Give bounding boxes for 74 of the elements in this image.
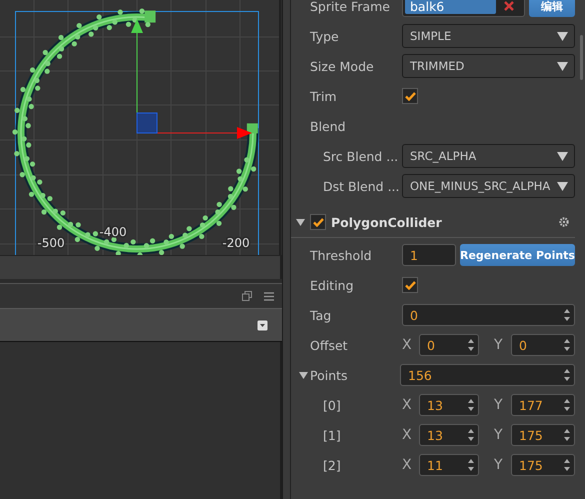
property-label: Offset: [310, 338, 349, 352]
axis-tick-label: -400: [99, 225, 127, 239]
gear-icon[interactable]: [559, 217, 569, 227]
scene-view[interactable]: -500 -400 -200: [0, 0, 281, 255]
property-label: Src Blend ...: [323, 148, 400, 164]
number-field[interactable]: 0: [419, 334, 479, 356]
spinner-icon[interactable]: [562, 307, 572, 323]
number-field[interactable]: 175: [511, 424, 575, 446]
dropdown-arrow-icon: [557, 152, 568, 160]
number-field[interactable]: 11: [419, 454, 479, 476]
axis-label: X: [402, 397, 413, 413]
scrollbar-thumb[interactable]: [580, 35, 583, 80]
axis-tick-label: -200: [222, 236, 250, 250]
number-field[interactable]: 0: [402, 304, 575, 326]
spinner-icon[interactable]: [466, 337, 476, 353]
spinner-icon[interactable]: [466, 397, 476, 413]
property-label: Trim: [310, 88, 338, 104]
component-title: PolygonCollider: [331, 214, 442, 230]
property-label: [1]: [323, 428, 342, 442]
number-field[interactable]: 175: [511, 454, 575, 476]
checkbox[interactable]: [310, 214, 326, 230]
property-label: Size Mode: [310, 58, 375, 74]
dropdown[interactable]: ONE_MINUS_SRC_ALPHA: [402, 174, 575, 198]
property-label: Editing: [310, 278, 355, 292]
axis-label: Y: [494, 427, 504, 443]
number-field[interactable]: 156: [400, 364, 575, 386]
property-label: Threshold: [310, 248, 373, 262]
property-label: Type: [310, 28, 340, 44]
axis-label: Y: [494, 397, 504, 413]
property-label: Blend: [310, 118, 347, 134]
property-label: Points: [309, 368, 349, 382]
spinner-icon[interactable]: [562, 457, 572, 473]
number-field[interactable]: 13: [419, 394, 479, 416]
x-axis-arrow[interactable]: [156, 127, 252, 139]
y-axis-arrow[interactable]: [131, 19, 143, 114]
spinner-icon[interactable]: [562, 427, 572, 443]
popout-icon[interactable]: [242, 291, 252, 301]
dropdown-arrow-icon: [557, 182, 568, 190]
spinner-icon[interactable]: [466, 427, 476, 443]
asset-field[interactable]: balk6: [402, 0, 525, 17]
number-field[interactable]: 13: [419, 424, 479, 446]
axis-tick-label: -500: [37, 236, 65, 250]
property-label: Dst Blend ...: [323, 178, 401, 194]
property-label: Tag: [310, 308, 332, 322]
property-label: [0]: [323, 398, 342, 412]
spinner-icon[interactable]: [562, 367, 572, 383]
menu-icon[interactable]: [264, 292, 274, 300]
edit-button[interactable]: 编辑: [529, 0, 575, 17]
move-handle[interactable]: [136, 112, 158, 134]
number-field[interactable]: 177: [511, 394, 575, 416]
regenerate-points-button[interactable]: Regenerate Points: [460, 244, 575, 266]
checkbox[interactable]: [402, 88, 418, 104]
spinner-icon[interactable]: [562, 337, 572, 353]
dropdown-arrow-icon: [557, 32, 568, 40]
spinner-icon[interactable]: [562, 397, 572, 413]
axis-label: X: [402, 457, 413, 473]
axis-label: Y: [494, 337, 504, 353]
dropdown-arrow-icon: [557, 62, 568, 70]
expand-arrow-icon[interactable]: [296, 218, 305, 226]
dropdown[interactable]: SRC_ALPHA: [402, 144, 575, 168]
checkbox[interactable]: [402, 277, 418, 293]
number-field[interactable]: 0: [511, 334, 575, 356]
dropdown-menu-icon[interactable]: [257, 320, 268, 330]
axis-label: X: [402, 427, 413, 443]
dropdown[interactable]: SIMPLE: [402, 24, 575, 48]
clear-icon[interactable]: [504, 1, 514, 11]
property-label: Sprite Frame: [310, 0, 391, 14]
expand-arrow-icon[interactable]: [299, 370, 308, 380]
axis-label: Y: [494, 457, 504, 473]
number-field[interactable]: 1: [402, 244, 456, 266]
spinner-icon[interactable]: [466, 457, 476, 473]
property-label: [2]: [323, 458, 342, 472]
axis-label: X: [402, 337, 413, 353]
dropdown[interactable]: TRIMMED: [402, 54, 575, 78]
